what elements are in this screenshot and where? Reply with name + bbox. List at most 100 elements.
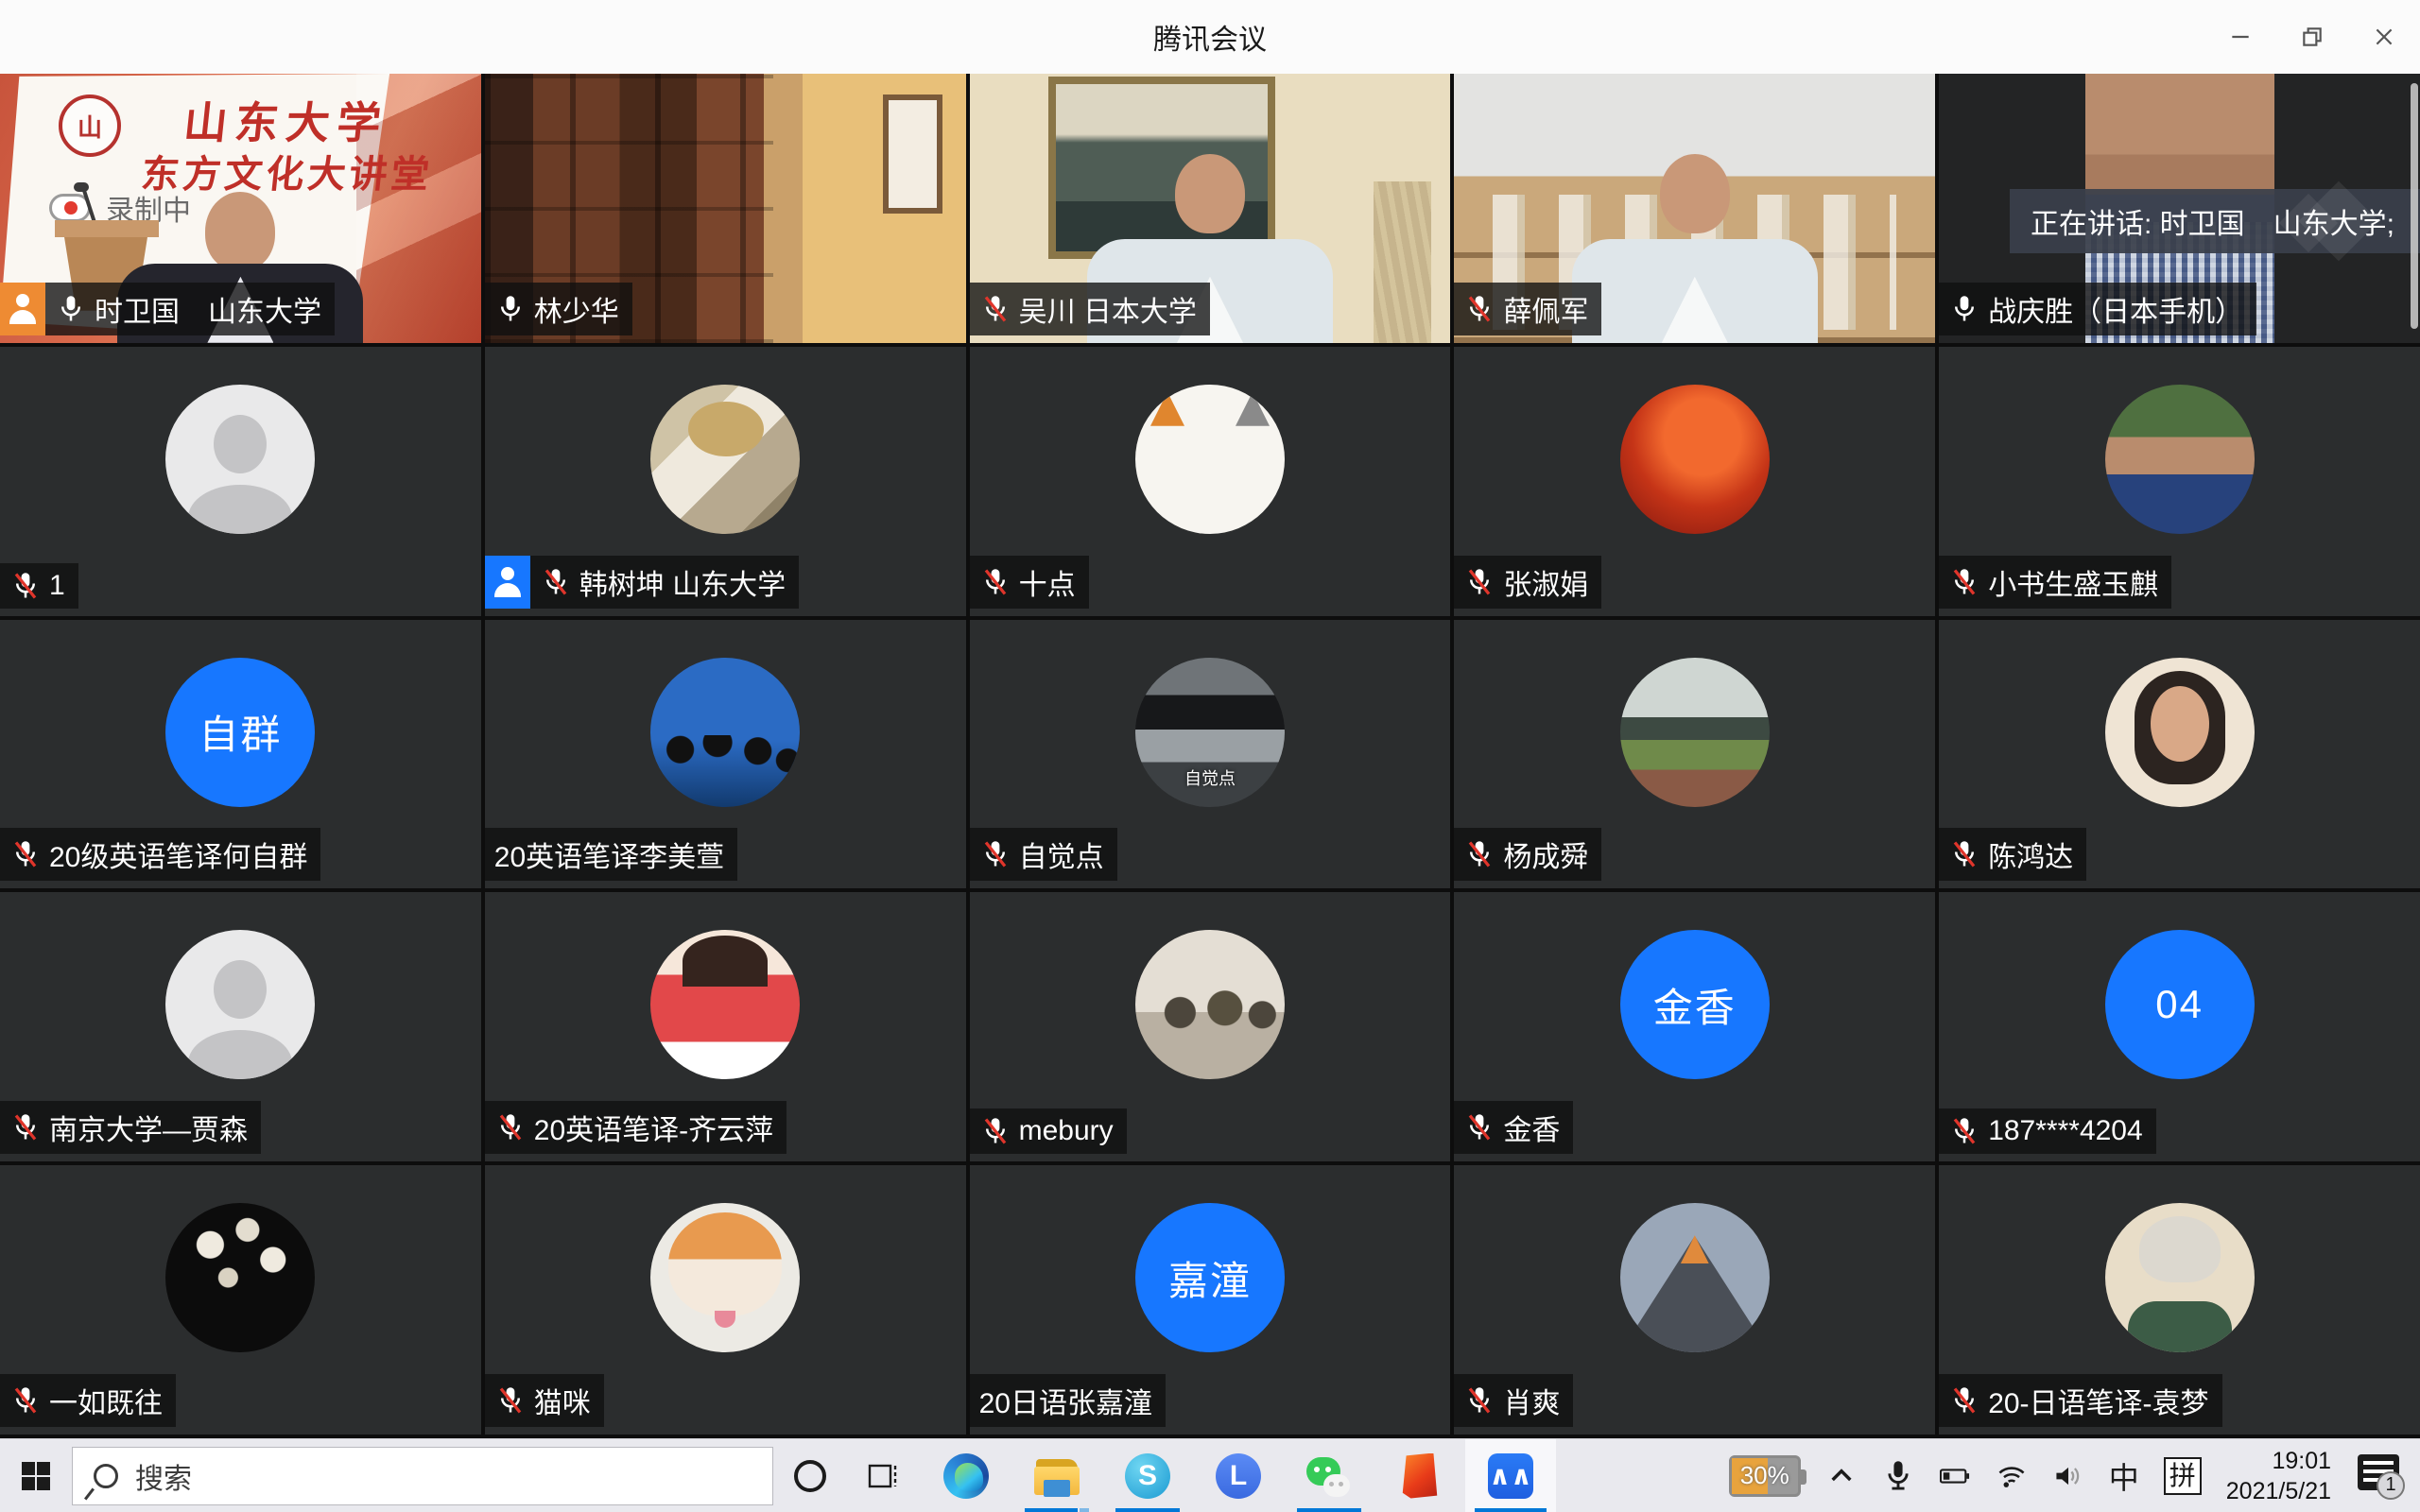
participant-tile[interactable]: 小书生盛玉麒 [1939,347,2420,616]
wifi-tray-icon[interactable] [1996,1457,2028,1495]
avatar [165,930,315,1079]
participant-tile[interactable]: 薛佩军 [1454,74,1935,343]
wechat-button[interactable] [1284,1439,1374,1512]
battery-tray-icon[interactable] [1939,1457,1971,1495]
participant-name: 20级英语笔译何自群 [49,833,307,875]
participant-label: 20英语笔译李美萱 [485,828,737,881]
avatar [1620,658,1770,807]
participant-tile[interactable]: 杨成舜 [1454,620,1935,889]
participant-label: 时卫国 山东大学 [0,283,335,335]
mic-icon [1948,565,1980,599]
participant-tile[interactable]: 20-日语笔译-袁梦 [1939,1165,2420,1435]
participant-label: 自觉点 [970,828,1117,881]
participant-name: 南京大学—贾森 [49,1107,248,1148]
participant-tile[interactable]: 林少华 [485,74,966,343]
mic-icon [979,565,1011,599]
meeting-button[interactable]: ∧∧ [1465,1439,1556,1512]
ime-language-indicator[interactable]: 中 [2109,1454,2139,1498]
action-center-button[interactable]: 1 [2356,1452,2405,1500]
browser-s-button[interactable]: S [1102,1439,1193,1512]
avatar: 金香 [1620,930,1770,1079]
participant-name: 一如既往 [49,1380,163,1421]
battery-percentage-widget[interactable]: 30% [1729,1455,1801,1497]
app-l-button[interactable]: L [1193,1439,1284,1512]
participant-tile[interactable]: 20英语笔译李美萱 [485,620,966,889]
avatar [650,658,800,807]
participant-tile[interactable]: 张淑娟 [1454,347,1935,616]
participant-name: 金香 [1503,1107,1560,1148]
mic-icon [9,569,42,603]
scrollbar[interactable] [2411,83,2418,329]
participant-name: 20-日语笔译-袁梦 [1988,1380,2208,1421]
participant-label: 20-日语笔译-袁梦 [1939,1374,2221,1427]
mic-icon [979,837,1011,871]
app-l-icon: L [1216,1453,1261,1499]
volume-tray-icon[interactable] [2052,1457,2084,1495]
participant-tile[interactable]: 肖爽 [1454,1165,1935,1435]
avatar [165,1203,315,1352]
participant-label: 小书生盛玉麒 [1939,556,2171,609]
participant-name: mebury [1019,1115,1114,1147]
ime-mode-indicator[interactable]: 拼 [2164,1457,2202,1495]
participant-tile[interactable]: 04 187****4204 [1939,892,2420,1161]
participant-name: 薛佩军 [1503,288,1588,330]
cortana-icon [794,1460,826,1492]
search-icon [94,1464,118,1488]
minimize-button[interactable] [2204,0,2276,74]
participant-tile[interactable]: 1 [0,347,481,616]
participant-tile[interactable]: 山山东大学东方文化大讲堂录制中 时卫国 山东大学 [0,74,481,343]
participant-label: 战庆胜（日本手机） [1939,283,2256,335]
mic-icon [1948,1114,1980,1148]
avatar-initials: 04 [2155,982,2204,1027]
participant-tile[interactable]: 韩树坤 山东大学 [485,347,966,616]
mic-icon [1463,565,1495,599]
avatar: 04 [2105,930,2255,1079]
edge-button[interactable] [921,1439,1011,1512]
search-input[interactable]: 搜索 [72,1447,773,1505]
microphone-tray-icon[interactable] [1882,1457,1914,1495]
participant-tile[interactable]: 战庆胜（日本手机） 正在讲话: 时卫国 山东大学; [1939,74,2420,343]
avatar-initials: 嘉潼 [1168,1249,1252,1307]
slide-title-line1: 山东大学 [182,89,392,151]
participant-label: 十点 [970,556,1089,609]
close-button[interactable] [2348,0,2420,74]
participant-tile[interactable]: 猫咪 [485,1165,966,1435]
cortana-button[interactable] [773,1439,847,1512]
avatar [2105,1203,2255,1352]
participant-tile[interactable]: 陈鸿达 [1939,620,2420,889]
participant-label: 林少华 [485,283,632,335]
restore-button[interactable] [2276,0,2348,74]
mic-icon [979,1114,1011,1148]
file-explorer-button[interactable] [1011,1439,1102,1512]
participant-tile[interactable]: 自群 20级英语笔译何自群 [0,620,481,889]
start-button[interactable] [0,1439,72,1512]
mic-icon [494,1110,527,1144]
participant-label: 金香 [1454,1101,1573,1154]
participant-tile[interactable]: 吴川 日本大学 [970,74,1451,343]
mic-icon [9,1110,42,1144]
participant-name: 20日语张嘉潼 [979,1380,1152,1421]
mic-icon [494,292,527,326]
participant-label: 南京大学—贾森 [0,1101,261,1154]
participant-tile[interactable]: 金香 金香 [1454,892,1935,1161]
office-button[interactable] [1374,1439,1465,1512]
participant-tile[interactable]: 一如既往 [0,1165,481,1435]
hidden-icons-chevron[interactable] [1825,1457,1858,1495]
participant-tile[interactable]: 20英语笔译-齐云萍 [485,892,966,1161]
avatar [650,385,800,534]
participant-label: 20日语张嘉潼 [970,1374,1166,1427]
participant-tile[interactable]: 自觉点 自觉点 [970,620,1451,889]
speaking-toast: 正在讲话: 时卫国 山东大学; [2010,189,2420,253]
participant-tile[interactable]: 嘉潼 20日语张嘉潼 [970,1165,1451,1435]
participant-tile[interactable]: 南京大学—贾森 [0,892,481,1161]
participant-tile[interactable]: 十点 [970,347,1451,616]
participant-tile[interactable]: mebury [970,892,1451,1161]
avatar [1135,930,1285,1079]
mic-icon [55,292,87,326]
participant-label: 陈鸿达 [1939,828,2086,881]
participant-name: 20英语笔译李美萱 [494,833,724,875]
task-view-button[interactable] [847,1439,921,1512]
participant-name: 陈鸿达 [1988,833,2073,875]
taskbar-clock[interactable]: 19:01 2021/5/21 [2226,1446,2331,1506]
participant-name: 十点 [1019,561,1076,603]
